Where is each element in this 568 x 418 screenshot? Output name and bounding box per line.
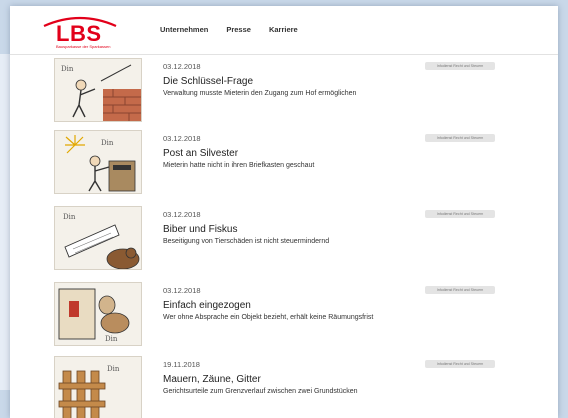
cartoon-moving-image: Din [58, 288, 130, 343]
cartoon-beaver-image: Din [63, 213, 140, 269]
article-date: 03.12.2018 [163, 134, 201, 143]
cartoon-thumbnail[interactable]: Din [54, 130, 142, 194]
page: LBS Bausparkasse der Sparkassen Unterneh… [10, 6, 558, 418]
main-nav: Unternehmen Presse Karriere [160, 25, 298, 34]
nav-item-unternehmen[interactable]: Unternehmen [160, 25, 208, 34]
article-subtitle: Mieterin hatte nicht in ihren Briefkaste… [163, 162, 315, 169]
article-date: 03.12.2018 [163, 62, 201, 71]
cartoon-thumbnail[interactable]: Din [54, 282, 142, 346]
article-title[interactable]: Die Schlüssel-Frage [163, 76, 253, 87]
article-title[interactable]: Mauern, Zäune, Gitter [163, 374, 261, 385]
nav-item-karriere[interactable]: Karriere [269, 25, 298, 34]
category-badge[interactable]: Infodienst Recht und Steuern [425, 134, 495, 142]
cartoon-fence-image: Din [58, 365, 120, 418]
category-badge[interactable]: Infodienst Recht und Steuern [425, 360, 495, 368]
article-item[interactable]: Din 19.11.2018 Mauern, Zäune, Gitter Ger… [10, 356, 558, 418]
lbs-logo[interactable]: LBS Bausparkasse der Sparkassen [40, 12, 120, 50]
category-badge[interactable]: Infodienst Recht und Steuern [425, 210, 495, 218]
logo-subline: Bausparkasse der Sparkassen [56, 44, 111, 49]
article-subtitle: Wer ohne Absprache ein Objekt bezieht, e… [163, 314, 374, 321]
svg-text:Din: Din [63, 213, 76, 221]
article-title[interactable]: Post an Silvester [163, 148, 238, 159]
article-item[interactable]: Din 03.12.2018 Post an Silvester Mieteri… [10, 130, 558, 200]
svg-text:Din: Din [101, 139, 114, 147]
article-title[interactable]: Biber und Fiskus [163, 224, 237, 235]
category-badge[interactable]: Infodienst Recht und Steuern [425, 286, 495, 294]
article-title[interactable]: Einfach eingezogen [163, 300, 251, 311]
article-item[interactable]: Din 03.12.2018 Die Schlüssel-Frage Verwa… [10, 58, 558, 128]
article-item[interactable]: Din 03.12.2018 Einfach eingezogen Wer oh… [10, 282, 558, 352]
nav-item-presse[interactable]: Presse [226, 25, 251, 34]
article-date: 03.12.2018 [163, 286, 201, 295]
cartoon-thumbnail[interactable]: Din [54, 206, 142, 270]
cartoon-thumbnail[interactable]: Din [54, 58, 142, 122]
header: LBS Bausparkasse der Sparkassen Unterneh… [10, 6, 558, 55]
svg-text:Din: Din [107, 365, 120, 373]
cartoon-thumbnail[interactable]: Din [54, 356, 142, 418]
article-subtitle: Verwaltung musste Mieterin den Zugang zu… [163, 90, 357, 97]
article-subtitle: Gerichtsurteile zum Grenzverlauf zwische… [163, 388, 358, 395]
svg-text:Din: Din [61, 65, 74, 73]
article-date: 19.11.2018 [163, 360, 200, 369]
article-item[interactable]: Din 03.12.2018 Biber und Fiskus Beseitig… [10, 206, 558, 276]
cartoon-wall-image: Din [61, 64, 141, 121]
svg-text:Din: Din [105, 335, 118, 343]
category-badge[interactable]: Infodienst Recht und Steuern [425, 62, 495, 70]
cartoon-fireworks-image: Din [65, 135, 136, 192]
article-subtitle: Beseitigung von Tierschäden ist nicht st… [163, 238, 330, 245]
article-date: 03.12.2018 [163, 210, 201, 219]
